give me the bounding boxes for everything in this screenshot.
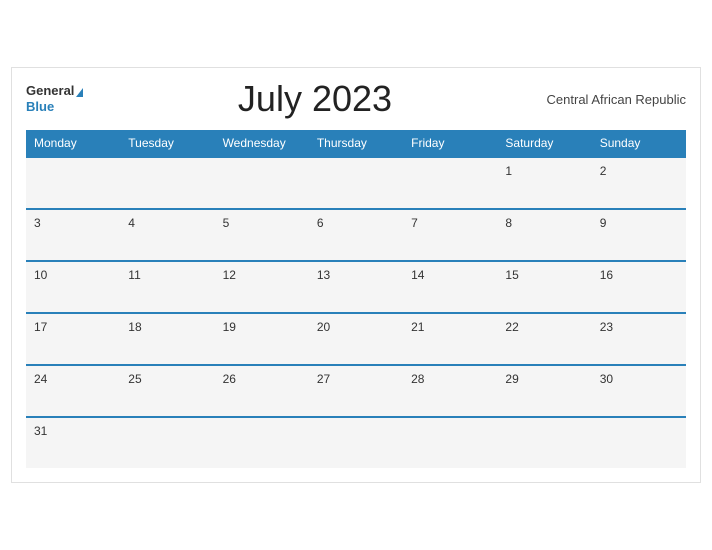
calendar-day-29: 29 [497,365,591,417]
calendar-day-14: 14 [403,261,497,313]
calendar-day-19: 19 [215,313,309,365]
logo-general: General [26,83,83,99]
day-header-sunday: Sunday [592,130,686,157]
calendar-day-21: 21 [403,313,497,365]
calendar-week-4: 17181920212223 [26,313,686,365]
calendar-day-24: 24 [26,365,120,417]
calendar-day-17: 17 [26,313,120,365]
calendar-day-empty [309,417,403,468]
calendar-day-30: 30 [592,365,686,417]
calendar-day-25: 25 [120,365,214,417]
calendar-day-9: 9 [592,209,686,261]
calendar-body: 1234567891011121314151617181920212223242… [26,157,686,468]
calendar-day-3: 3 [26,209,120,261]
calendar-week-5: 24252627282930 [26,365,686,417]
calendar-day-15: 15 [497,261,591,313]
calendar-day-20: 20 [309,313,403,365]
calendar-day-empty [403,157,497,209]
calendar-table: MondayTuesdayWednesdayThursdayFridaySatu… [26,130,686,468]
calendar-day-7: 7 [403,209,497,261]
calendar-day-empty [26,157,120,209]
calendar-week-3: 10111213141516 [26,261,686,313]
calendar-day-empty [497,417,591,468]
calendar-day-empty [403,417,497,468]
calendar-day-8: 8 [497,209,591,261]
day-header-wednesday: Wednesday [215,130,309,157]
calendar-day-6: 6 [309,209,403,261]
country-label: Central African Republic [547,92,686,107]
calendar-day-23: 23 [592,313,686,365]
day-header-monday: Monday [26,130,120,157]
calendar-day-11: 11 [120,261,214,313]
day-header-saturday: Saturday [497,130,591,157]
day-header-tuesday: Tuesday [120,130,214,157]
logo-triangle-icon [76,88,83,97]
calendar-day-22: 22 [497,313,591,365]
calendar-day-27: 27 [309,365,403,417]
calendar-day-empty [120,417,214,468]
calendar-day-10: 10 [26,261,120,313]
calendar-week-1: 12 [26,157,686,209]
month-title: July 2023 [238,78,392,120]
calendar-day-18: 18 [120,313,214,365]
day-header-friday: Friday [403,130,497,157]
logo: General Blue [26,83,83,115]
calendar-day-12: 12 [215,261,309,313]
calendar-day-empty [120,157,214,209]
calendar-day-13: 13 [309,261,403,313]
calendar-day-empty [215,157,309,209]
calendar-day-31: 31 [26,417,120,468]
calendar: General Blue July 2023 Central African R… [11,67,701,483]
logo-blue: Blue [26,99,83,115]
calendar-day-5: 5 [215,209,309,261]
calendar-week-6: 31 [26,417,686,468]
calendar-day-16: 16 [592,261,686,313]
calendar-day-26: 26 [215,365,309,417]
day-headers: MondayTuesdayWednesdayThursdayFridaySatu… [26,130,686,157]
calendar-day-2: 2 [592,157,686,209]
calendar-day-28: 28 [403,365,497,417]
calendar-day-empty [215,417,309,468]
day-header-thursday: Thursday [309,130,403,157]
calendar-day-empty [592,417,686,468]
calendar-header-row: MondayTuesdayWednesdayThursdayFridaySatu… [26,130,686,157]
calendar-header: General Blue July 2023 Central African R… [26,78,686,120]
calendar-day-empty [309,157,403,209]
calendar-day-1: 1 [497,157,591,209]
calendar-week-2: 3456789 [26,209,686,261]
calendar-day-4: 4 [120,209,214,261]
